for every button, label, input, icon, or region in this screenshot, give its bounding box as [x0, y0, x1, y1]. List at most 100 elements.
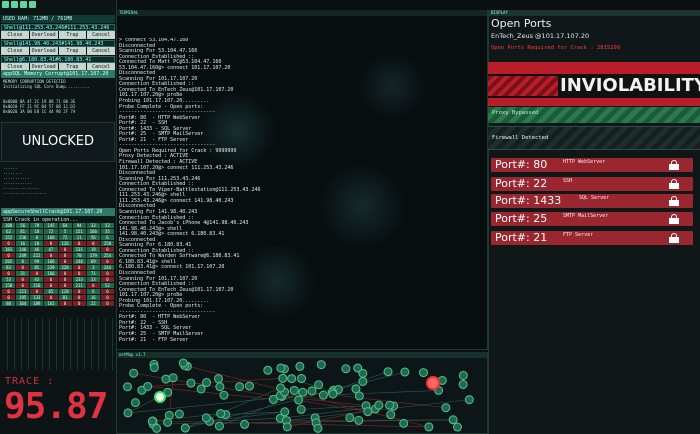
netmap-node[interactable]: [358, 377, 368, 387]
netmap-node[interactable]: [202, 378, 212, 388]
netmap-node[interactable]: [399, 418, 409, 428]
netmap-node[interactable]: [276, 383, 286, 393]
netmap-node[interactable]: [295, 361, 305, 371]
trap-button[interactable]: Trap: [58, 47, 87, 55]
cancel-button[interactable]: Cancel: [87, 47, 115, 55]
netmap-node[interactable]: [215, 382, 225, 392]
netmap-node[interactable]: [400, 367, 410, 377]
port-row-21[interactable]: Port#: 21 FTP Server: [491, 231, 693, 245]
netmap-node[interactable]: [219, 390, 229, 400]
netmap-node[interactable]: [122, 382, 132, 392]
netmap-node[interactable]: [201, 413, 211, 423]
netmap-node[interactable]: [278, 373, 288, 383]
netmap-node[interactable]: [354, 415, 364, 425]
netmap-node[interactable]: [289, 385, 299, 395]
netmap-node[interactable]: [280, 407, 290, 417]
gear-icon[interactable]: [11, 1, 18, 8]
netmap-node[interactable]: [186, 378, 196, 388]
sql-memory-corrupt-header[interactable]: appSQL Memory Corrupt@101.17.107.20: [1, 70, 115, 78]
lock-icon[interactable]: [669, 179, 679, 189]
netmap-node[interactable]: [419, 368, 429, 378]
netmap-node[interactable]: [178, 358, 188, 368]
port-description: FTP Server: [563, 232, 594, 238]
netmap-node[interactable]: [341, 364, 351, 374]
port-row-1433[interactable]: Port#: 1433 SQL Server: [491, 194, 693, 208]
netmap-node[interactable]: [213, 374, 223, 384]
shell-entry[interactable]: Shell@111.253.43.246#111.253.43.246: [1, 24, 115, 31]
shell-entry[interactable]: Shell@6.180.83.41#6.180.83.41: [1, 56, 115, 63]
netmap-node[interactable]: [123, 408, 133, 418]
netmap-node[interactable]: [129, 368, 139, 378]
lock-icon[interactable]: [669, 214, 679, 224]
netmap-node[interactable]: [298, 387, 308, 397]
lock-icon[interactable]: [669, 233, 679, 243]
close-button[interactable]: Close: [1, 31, 29, 39]
netmap-node[interactable]: [296, 404, 306, 414]
lock-icon[interactable]: [669, 160, 679, 170]
netmap-node[interactable]: [130, 398, 140, 408]
netmap-node[interactable]: [358, 368, 368, 378]
netmap-node[interactable]: [328, 389, 338, 399]
netmap-node[interactable]: [287, 374, 297, 384]
gear-icon[interactable]: [20, 1, 27, 8]
ssh-crack-header[interactable]: appSecureShellCrack@101.17.107.20: [1, 208, 115, 216]
netmap-node[interactable]: [161, 374, 171, 384]
netmap-node[interactable]: [385, 400, 395, 410]
netmap-node[interactable]: [307, 386, 317, 396]
netmap-node[interactable]: [149, 363, 159, 373]
netmap-node[interactable]: [314, 380, 324, 390]
cancel-button[interactable]: Cancel: [87, 31, 115, 39]
netmap-node[interactable]: [245, 381, 255, 391]
trap-button[interactable]: Trap: [58, 31, 87, 39]
netmap-node[interactable]: [313, 423, 323, 433]
netmap-node[interactable]: [152, 423, 162, 433]
netmap-target-node[interactable]: [426, 376, 440, 390]
netmap-node[interactable]: [458, 370, 468, 380]
netmap-node[interactable]: [351, 384, 361, 394]
top-toolbar[interactable]: [2, 1, 36, 10]
netmap-node[interactable]: [448, 415, 458, 425]
netmap-node[interactable]: [294, 395, 304, 405]
netmap-node[interactable]: [424, 422, 434, 432]
terminal-output[interactable]: > connect 53.104.47.160 Disconnected Sca…: [119, 38, 339, 344]
netmap-node[interactable]: [282, 422, 292, 432]
lock-icon[interactable]: [669, 196, 679, 206]
port-row-80[interactable]: Port#: 80 HTTP WebServer: [491, 158, 693, 172]
gear-icon[interactable]: [2, 1, 9, 8]
netmap-node[interactable]: [214, 421, 224, 431]
shell-entry[interactable]: Shell@141.98.40.243#141.98.40.243: [1, 40, 115, 47]
netmap-node[interactable]: [216, 409, 226, 419]
netmap-node[interactable]: [263, 365, 273, 375]
overload-button[interactable]: Overload: [29, 31, 58, 39]
port-row-25[interactable]: Port#: 25 SMTP MailServer: [491, 212, 693, 226]
netmap-node[interactable]: [318, 390, 328, 400]
overload-button[interactable]: Overload: [29, 47, 58, 55]
netmap-node[interactable]: [168, 373, 178, 383]
netmap-node[interactable]: [374, 400, 384, 410]
netmap-node[interactable]: [316, 360, 326, 370]
netmap-node[interactable]: [143, 381, 153, 391]
netmap-home-node[interactable]: [154, 391, 166, 403]
netmap-node[interactable]: [363, 407, 373, 417]
netmap-node[interactable]: [174, 409, 184, 419]
netmap-node[interactable]: [163, 417, 173, 427]
netmap-node[interactable]: [383, 367, 393, 377]
gear-icon[interactable]: [29, 1, 36, 8]
netmap-node[interactable]: [147, 416, 157, 426]
netmap-node[interactable]: [464, 395, 474, 405]
netmap-graph[interactable]: [117, 353, 487, 433]
netmap-node[interactable]: [235, 382, 245, 392]
netmap-panel[interactable]: [116, 352, 488, 434]
netmap-node[interactable]: [386, 410, 396, 420]
netmap-node[interactable]: [240, 419, 250, 429]
netmap-node[interactable]: [276, 363, 286, 373]
port-row-22[interactable]: Port#: 22 SSH: [491, 177, 693, 191]
netmap-node[interactable]: [441, 403, 451, 413]
netmap-node[interactable]: [180, 423, 190, 433]
ssh-grid-cell: 0: [44, 283, 58, 288]
netmap-node[interactable]: [345, 413, 355, 423]
netmap-node[interactable]: [452, 422, 462, 432]
netmap-node[interactable]: [458, 379, 468, 389]
close-button[interactable]: Close: [1, 47, 29, 55]
netmap-node[interactable]: [296, 374, 306, 384]
